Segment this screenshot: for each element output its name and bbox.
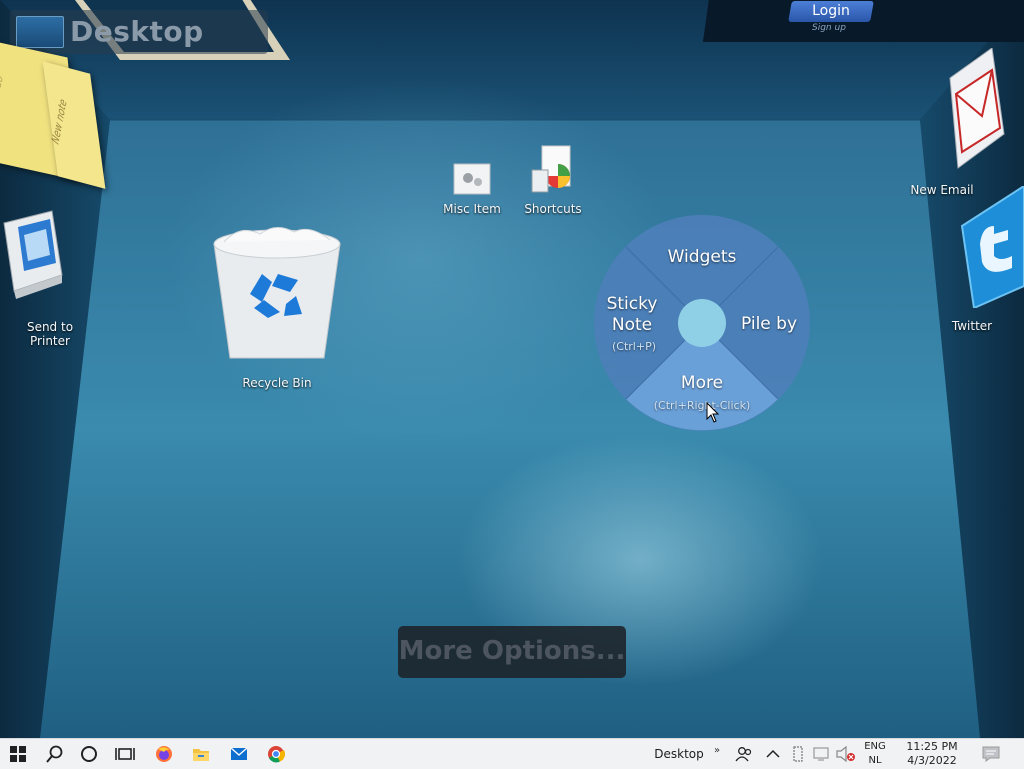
recycle-bin-icon[interactable]: Recycle Bin: [210, 222, 344, 390]
clock-time: 11:25 PM: [906, 740, 958, 753]
sticky-note-text: New note: [50, 96, 70, 147]
twitter-label: Twitter: [951, 319, 993, 333]
radial-item-more-hint: (Ctrl+Right-Click): [653, 399, 751, 412]
sticky-note-text: to-do: [0, 73, 6, 103]
taskbar: Desktop » ENG NL 11:25 PM 4/3/2022: [0, 738, 1024, 769]
chevron-up-icon[interactable]: [762, 739, 784, 769]
bumptop-desktop-room[interactable]: Desktop to-do New note Login Sign up Sen…: [0, 0, 1024, 738]
radial-context-menu[interactable]: Widgets Sticky Note (Ctrl+P) Pile by Mor…: [592, 213, 812, 433]
radial-item-pile-by[interactable]: Pile by: [734, 314, 804, 334]
mouse-cursor-icon: [706, 402, 720, 423]
firefox-icon[interactable]: [146, 739, 182, 769]
login-label: Login: [812, 3, 850, 19]
search-icon[interactable]: [38, 739, 72, 769]
desktop-monitor-icon: [16, 16, 64, 48]
network-icon[interactable]: [810, 739, 834, 769]
volume-muted-icon[interactable]: [834, 739, 858, 769]
radial-item-sticky-note[interactable]: Sticky Note: [600, 294, 664, 336]
printer-icon[interactable]: [0, 205, 64, 301]
people-icon[interactable]: [732, 739, 756, 769]
notifications-icon[interactable]: [976, 739, 1006, 769]
signup-link[interactable]: Sign up: [812, 23, 846, 33]
windows-start-icon[interactable]: [0, 739, 36, 769]
misc-item-icon[interactable]: Misc Item: [443, 158, 501, 216]
shortcuts-icon[interactable]: Shortcuts: [524, 144, 582, 216]
radial-item-widgets[interactable]: Widgets: [652, 247, 752, 267]
file-explorer-icon[interactable]: [184, 739, 218, 769]
more-options-label: More Options...: [398, 636, 626, 666]
login-button[interactable]: Login: [788, 1, 874, 22]
desktop-title: Desktop: [70, 15, 204, 48]
printer-label: Send to Printer: [26, 320, 74, 348]
task-view-icon[interactable]: [108, 739, 142, 769]
desktop-toolbar-label[interactable]: Desktop: [648, 739, 710, 769]
system-clock[interactable]: 11:25 PM 4/3/2022: [896, 739, 968, 769]
radial-item-more[interactable]: More: [662, 373, 742, 393]
cortana-icon[interactable]: [72, 739, 106, 769]
twitter-icon[interactable]: [960, 186, 1024, 308]
input-language[interactable]: ENG NL: [862, 739, 888, 769]
toolbar-chevron[interactable]: »: [710, 735, 724, 765]
clock-date: 4/3/2022: [907, 754, 957, 767]
email-icon[interactable]: [930, 48, 1006, 170]
more-options-button[interactable]: More Options...: [398, 626, 626, 678]
desktop-title-plaque: Desktop: [10, 10, 268, 54]
chrome-icon[interactable]: [258, 739, 294, 769]
mail-icon[interactable]: [222, 739, 256, 769]
recycle-bin-label: Recycle Bin: [242, 376, 312, 390]
radial-item-sticky-note-hint: (Ctrl+P): [611, 340, 656, 353]
keyboard-layout: NL: [868, 755, 882, 766]
language-code: ENG: [864, 741, 886, 752]
device-icon[interactable]: [788, 739, 808, 769]
